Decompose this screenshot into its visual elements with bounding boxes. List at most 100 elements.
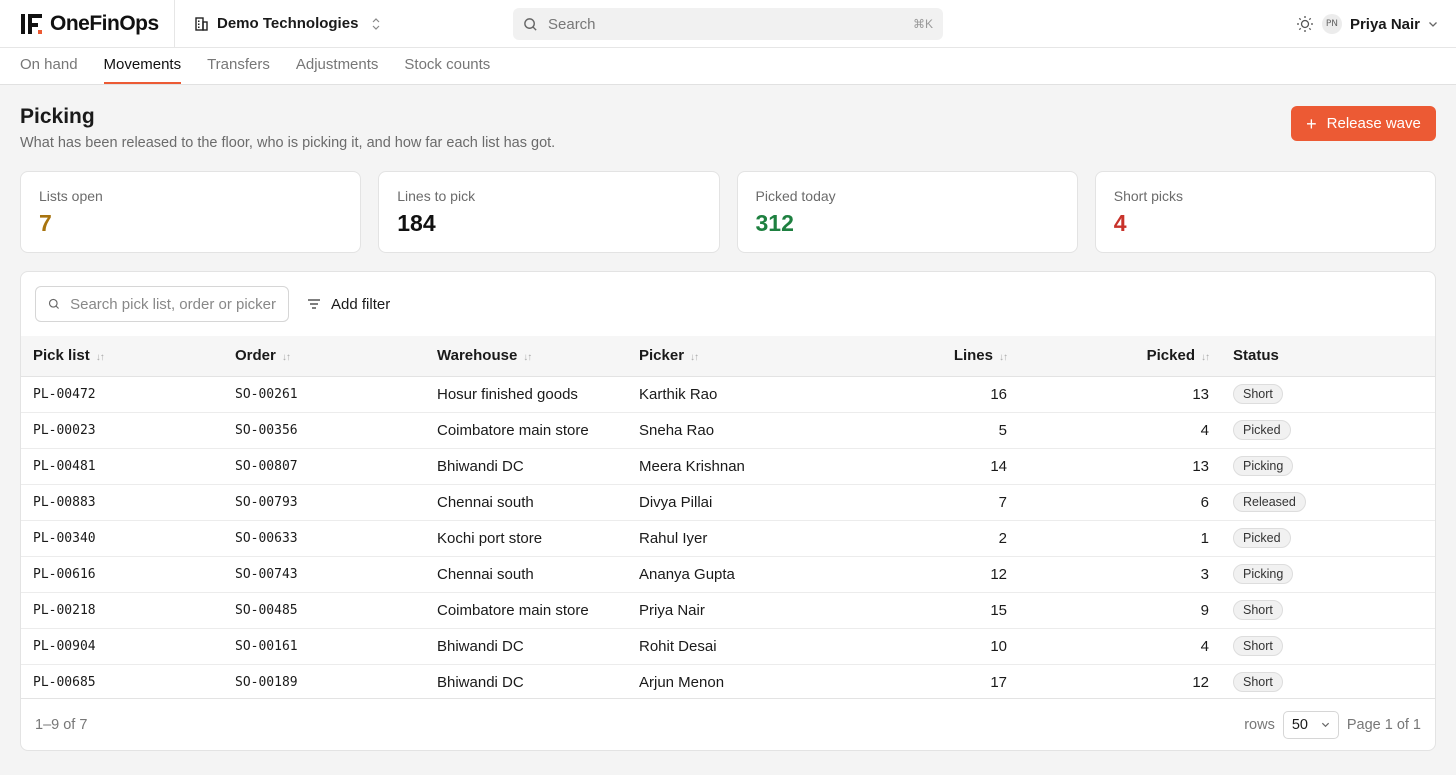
picker: Meera Krishnan: [639, 457, 745, 475]
tab-adjustments[interactable]: Adjustments: [296, 47, 379, 84]
status: Picked: [1221, 412, 1435, 448]
table-row[interactable]: PL-00218 SO-00485 Coimbatore main store Pri…: [21, 592, 1435, 628]
stat-label: Picked today: [755, 188, 836, 204]
picker: Rohit Desai: [639, 637, 717, 655]
page-title: Picking: [20, 105, 95, 128]
warehouse: Kochi port store: [437, 529, 543, 547]
picked-count: 9: [1200, 601, 1209, 619]
picker: Arjun Menon: [639, 673, 725, 691]
lines-count: 15: [990, 601, 1007, 619]
pick-lists-table: Pick list ↓↑ Order ↓↑ Warehouse ↓↑ Picker ↓↑…: [21, 336, 1435, 700]
status-badge: Picking: [1233, 564, 1294, 584]
org-switcher[interactable]: Demo Technologies: [175, 15, 380, 32]
stat-label: Short picks: [1113, 188, 1183, 204]
column-header-lines[interactable]: Lines ↓↑: [829, 336, 1019, 376]
table-row[interactable]: PL-00685 SO-00189 Bhiwandi DC Arjun Menon 17…: [21, 664, 1435, 700]
chevron-updown-icon: [372, 17, 380, 30]
tab-movements[interactable]: Movements: [103, 47, 182, 84]
table-row[interactable]: PL-00340 SO-00633 Kochi port store Rahul Iy…: [21, 520, 1435, 556]
release-wave-button[interactable]: + Release wave: [1291, 106, 1436, 141]
lines-count: 17: [990, 673, 1007, 691]
stat-value: 7: [39, 210, 52, 236]
top-bar: OneFinOps Demo Technologies Search ⌘K PN…: [0, 0, 1456, 48]
column-header-picker[interactable]: Picker ↓↑: [627, 336, 829, 376]
rows-per-page-select[interactable]: 50: [1282, 710, 1339, 739]
column-header-pick-list[interactable]: Pick list ↓↑: [21, 336, 223, 376]
warehouse: Bhiwandi DC: [437, 637, 524, 655]
status: Short: [1221, 592, 1435, 628]
order-id: SO-00261: [235, 386, 298, 402]
sort-icon: ↓↑: [1201, 352, 1210, 364]
table-row[interactable]: PL-00883 SO-00793 Chennai south Divya Pilla…: [21, 484, 1435, 520]
stat-label: Lines to pick: [397, 188, 476, 204]
chevron-down-icon: [1321, 722, 1329, 728]
status-badge: Short: [1233, 384, 1283, 404]
stat-card-short-picks: Short picks 4: [1094, 171, 1436, 253]
tab-on-hand[interactable]: On hand: [20, 47, 78, 84]
picked-count: 4: [1200, 421, 1209, 439]
stat-value: 4: [1113, 210, 1127, 236]
picked-count: 1: [1200, 529, 1209, 547]
lines-count: 14: [990, 457, 1007, 475]
tab-stock-counts[interactable]: Stock counts: [404, 47, 490, 84]
sort-icon: ↓↑: [281, 352, 291, 364]
warehouse: Chennai south: [437, 493, 534, 511]
chevron-down-icon[interactable]: [1428, 19, 1438, 29]
avatar[interactable]: PN: [1321, 14, 1342, 34]
status: Picking: [1221, 448, 1435, 484]
status-badge: Released: [1233, 492, 1306, 512]
add-filter-label: Add filter: [331, 295, 391, 313]
order-id: SO-00356: [235, 422, 298, 438]
table-row[interactable]: PL-00023 SO-00356 Coimbatore main store Sne…: [21, 412, 1435, 448]
page-info: Page 1 of 1: [1346, 716, 1421, 733]
picker: Ananya Gupta: [639, 565, 735, 583]
pick-list-id: PL-00340: [33, 530, 96, 546]
status-badge: Short: [1233, 672, 1283, 693]
rows-per-page-label: rows: [1244, 716, 1275, 733]
table-search-input[interactable]: Search pick list, order or picker: [35, 286, 289, 322]
warehouse: Bhiwandi DC: [437, 457, 524, 475]
pick-list-id: PL-00481: [33, 458, 96, 474]
page-subtitle: What has been released to the floor, who…: [20, 135, 556, 151]
status: Picking: [1221, 556, 1435, 592]
tab-transfers[interactable]: Transfers: [207, 47, 270, 84]
sort-icon: ↓↑: [690, 352, 699, 364]
search-placeholder: Search: [548, 15, 596, 33]
order-id: SO-00793: [235, 494, 298, 510]
picker: Rahul Iyer: [639, 529, 708, 547]
table-row[interactable]: PL-00481 SO-00807 Bhiwandi DC Meera Krishna…: [21, 448, 1435, 484]
building-icon: [195, 16, 208, 31]
add-filter-button[interactable]: Add filter: [303, 296, 394, 313]
global-search[interactable]: Search ⌘K: [513, 8, 943, 40]
search-icon: [48, 298, 59, 309]
order-id: SO-00743: [235, 566, 298, 582]
warehouse: Bhiwandi DC: [437, 673, 524, 691]
user-name[interactable]: Priya Nair: [1350, 16, 1420, 33]
column-header-picked[interactable]: Picked ↓↑: [1019, 336, 1221, 376]
sun-icon[interactable]: [1296, 15, 1314, 33]
picker: Divya Pillai: [639, 493, 713, 511]
warehouse: Chennai south: [437, 565, 534, 583]
tab-bar: On hand Movements Transfers Adjustments …: [0, 48, 1456, 85]
table-row[interactable]: PL-00904 SO-00161 Bhiwandi DC Rohit Desai 10…: [21, 628, 1435, 664]
rows-per-page-value: 50: [1291, 716, 1308, 733]
lines-count: 2: [998, 529, 1007, 547]
table-search-placeholder: Search pick list, order or picker: [70, 295, 276, 313]
status-badge: Picking: [1233, 456, 1294, 476]
warehouse: Coimbatore main store: [437, 601, 589, 619]
pick-lists-card: Search pick list, order or picker Add fi…: [20, 271, 1436, 751]
table-row[interactable]: PL-00472 SO-00261 Hosur finished goods Kart…: [21, 376, 1435, 412]
stat-card-lines-to-pick: Lines to pick 184: [378, 171, 720, 253]
order-id: SO-00633: [235, 530, 298, 546]
picked-count: 13: [1192, 457, 1209, 475]
brand[interactable]: OneFinOps: [0, 0, 175, 48]
pick-list-id: PL-00472: [33, 386, 96, 402]
lines-count: 7: [998, 493, 1007, 511]
column-header-order[interactable]: Order ↓↑: [223, 336, 425, 376]
table-row[interactable]: PL-00616 SO-00743 Chennai south Ananya Gupt…: [21, 556, 1435, 592]
pick-list-id: PL-00218: [33, 602, 96, 618]
column-header-warehouse[interactable]: Warehouse ↓↑: [425, 336, 627, 376]
sort-icon: ↓↑: [999, 352, 1008, 364]
warehouse: Coimbatore main store: [437, 421, 589, 439]
column-header-status: Status: [1233, 347, 1279, 365]
